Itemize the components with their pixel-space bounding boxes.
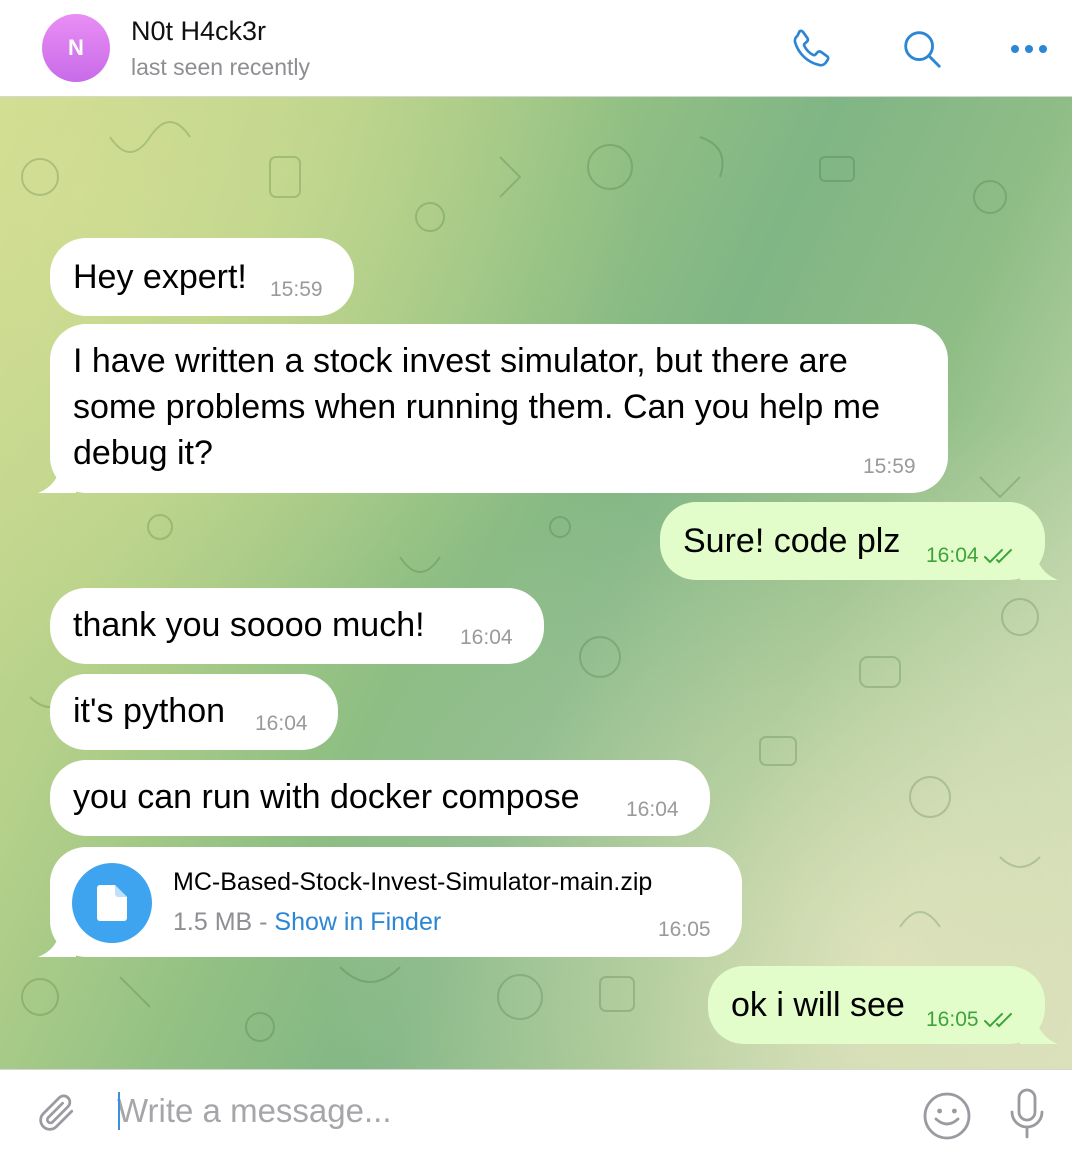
chat-header: N N0t H4ck3r last seen recently <box>0 0 1072 97</box>
message-text: thank you soooo much! <box>73 606 425 644</box>
message-time: 16:05 <box>926 1008 1017 1032</box>
message-bubble-incoming[interactable]: thank you soooo much! 16:04 <box>50 588 544 664</box>
message-bubble-incoming[interactable]: you can run with docker compose 16:04 <box>50 760 710 836</box>
file-meta-separator: - <box>252 908 275 936</box>
search-icon[interactable] <box>897 24 947 74</box>
message-text: ok i will see <box>731 986 905 1024</box>
message-bubble-incoming[interactable]: I have written a stock invest simulator,… <box>50 324 948 493</box>
bubble-tail <box>1020 552 1058 580</box>
file-message-bubble[interactable]: MC-Based-Stock-Invest-Simulator-main.zip… <box>50 847 742 957</box>
message-time: 15:59 <box>270 278 323 301</box>
file-size: 1.5 MB <box>173 908 253 936</box>
avatar-letter: N <box>68 35 84 60</box>
more-icon[interactable] <box>1004 24 1054 74</box>
message-time-text: 16:05 <box>926 1008 979 1031</box>
text-cursor <box>118 1092 120 1130</box>
message-bubble-incoming[interactable]: it's python 16:04 <box>50 674 338 750</box>
phone-icon[interactable] <box>787 24 837 74</box>
message-text: I have written a stock invest simulator,… <box>73 342 880 472</box>
message-input[interactable] <box>117 1088 887 1134</box>
file-icon[interactable] <box>72 863 152 943</box>
avatar[interactable]: N <box>42 14 110 82</box>
message-bubble-incoming[interactable]: Hey expert! 15:59 <box>50 238 354 316</box>
show-in-finder-link[interactable]: Show in Finder <box>274 908 441 936</box>
file-meta: 1.5 MB - Show in Finder <box>173 899 441 945</box>
chat-area[interactable]: Hey expert! 15:59 I have written a stock… <box>0 97 1072 1069</box>
message-text: Hey expert! <box>73 258 247 296</box>
emoji-icon[interactable] <box>921 1090 973 1147</box>
message-bubble-outgoing[interactable]: ok i will see 16:05 <box>708 966 1045 1044</box>
message-bubble-outgoing[interactable]: Sure! code plz 16:04 <box>660 502 1045 580</box>
read-ticks-icon <box>983 549 1012 564</box>
message-time: 16:04 <box>926 544 1017 568</box>
message-time-text: 16:04 <box>926 544 979 567</box>
message-text: it's python <box>73 692 226 730</box>
read-ticks-icon <box>983 1013 1012 1028</box>
message-text: you can run with docker compose <box>73 778 580 816</box>
message-time: 16:04 <box>460 626 513 649</box>
bubble-tail <box>38 465 76 493</box>
microphone-icon[interactable] <box>1005 1087 1049 1146</box>
attach-icon[interactable] <box>36 1090 80 1143</box>
message-time: 16:04 <box>255 712 308 735</box>
contact-status: last seen recently <box>131 54 310 80</box>
bubble-tail <box>38 929 76 957</box>
contact-name[interactable]: N0t H4ck3r <box>131 16 266 47</box>
message-time: 15:59 <box>863 455 916 478</box>
message-text: Sure! code plz <box>683 522 901 560</box>
bubble-tail <box>1020 1016 1058 1044</box>
message-composer <box>0 1069 1072 1154</box>
message-time: 16:05 <box>658 918 711 941</box>
message-time: 16:04 <box>626 798 679 821</box>
